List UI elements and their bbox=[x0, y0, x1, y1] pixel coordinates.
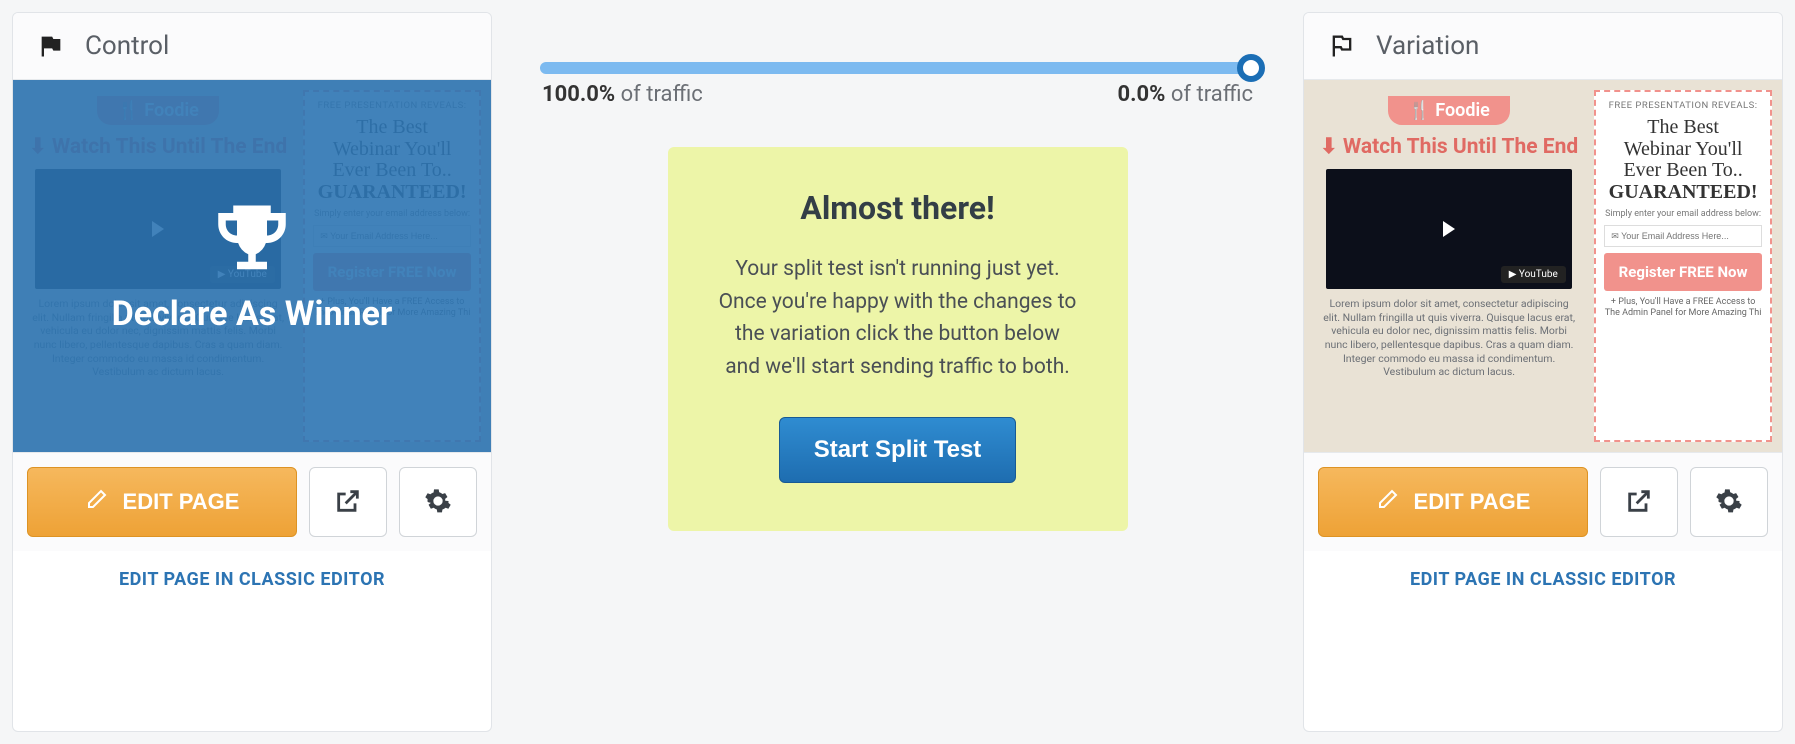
lp-video: ▶ YouTube bbox=[1326, 169, 1571, 289]
control-title: Control bbox=[85, 31, 169, 61]
variation-preview-content: 🍴 Foodie ⬇ Watch This Until The End ▶ Yo… bbox=[1304, 80, 1782, 452]
control-header: Control bbox=[13, 13, 491, 80]
lp-watch: ⬇ Watch This Until The End bbox=[1320, 135, 1578, 159]
almost-title: Almost there! bbox=[716, 189, 1080, 227]
open-external-button[interactable] bbox=[309, 467, 387, 537]
lp-register: Register FREE Now bbox=[1604, 253, 1762, 291]
slider-handle[interactable] bbox=[1237, 54, 1265, 82]
flag-outline-icon bbox=[1328, 32, 1356, 60]
edit-page-label: EDIT PAGE bbox=[123, 489, 240, 515]
open-external-button[interactable] bbox=[1600, 467, 1678, 537]
control-classic-row: EDIT PAGE IN CLASSIC EDITOR bbox=[13, 551, 491, 618]
almost-body: Your split test isn't running just yet. … bbox=[716, 253, 1080, 383]
external-link-icon bbox=[1625, 487, 1653, 518]
flag-icon bbox=[37, 32, 65, 60]
trophy-icon bbox=[202, 198, 302, 288]
external-link-icon bbox=[334, 487, 362, 518]
variation-title: Variation bbox=[1376, 31, 1479, 61]
traffic-left: 100.0% of traffic bbox=[542, 82, 703, 107]
variation-classic-row: EDIT PAGE IN CLASSIC EDITOR bbox=[1304, 551, 1782, 618]
almost-there-card: Almost there! Your split test isn't runn… bbox=[668, 147, 1128, 531]
variation-panel: Variation 🍴 Foodie ⬇ Watch This Until Th… bbox=[1303, 12, 1783, 732]
lp-simply: Simply enter your email address below: bbox=[1604, 209, 1762, 219]
center-column: 100.0% of traffic 0.0% of traffic Almost… bbox=[540, 12, 1255, 732]
variation-preview: 🍴 Foodie ⬇ Watch This Until The End ▶ Yo… bbox=[1304, 80, 1782, 452]
variation-header: Variation bbox=[1304, 13, 1782, 80]
lp-webinar: The Best Webinar You'll Ever Been To.. G… bbox=[1604, 117, 1762, 203]
control-panel: Control 🍴 Foodie ⬇ Watch This Until The … bbox=[12, 12, 492, 732]
settings-button[interactable] bbox=[1690, 467, 1768, 537]
declare-winner-overlay[interactable]: Declare As Winner bbox=[13, 80, 491, 452]
classic-editor-link[interactable]: EDIT PAGE IN CLASSIC EDITOR bbox=[1410, 569, 1676, 590]
lp-free: FREE PRESENTATION REVEALS: bbox=[1604, 100, 1762, 111]
traffic-labels: 100.0% of traffic 0.0% of traffic bbox=[540, 82, 1255, 107]
settings-button[interactable] bbox=[399, 467, 477, 537]
gear-icon bbox=[1715, 487, 1743, 518]
control-actions: EDIT PAGE bbox=[13, 452, 491, 551]
lp-plus: + Plus, You'll Have a FREE Access to The… bbox=[1604, 297, 1762, 319]
declare-winner-text: Declare As Winner bbox=[112, 294, 393, 334]
lp-email bbox=[1604, 225, 1762, 247]
edit-page-button[interactable]: EDIT PAGE bbox=[27, 467, 297, 537]
edit-icon bbox=[85, 487, 109, 517]
start-split-test-button[interactable]: Start Split Test bbox=[779, 417, 1017, 483]
youtube-badge: ▶ YouTube bbox=[1501, 266, 1566, 283]
slider-track bbox=[540, 62, 1255, 74]
edit-page-label: EDIT PAGE bbox=[1414, 489, 1531, 515]
variation-actions: EDIT PAGE bbox=[1304, 452, 1782, 551]
traffic-slider[interactable] bbox=[540, 62, 1255, 74]
edit-icon bbox=[1376, 487, 1400, 517]
classic-editor-link[interactable]: EDIT PAGE IN CLASSIC EDITOR bbox=[119, 569, 385, 590]
lp-badge: 🍴 Foodie bbox=[1388, 96, 1509, 125]
traffic-right: 0.0% of traffic bbox=[1118, 82, 1253, 107]
lp-lorem: Lorem ipsum dolor sit amet, consectetur … bbox=[1320, 297, 1578, 379]
edit-page-button[interactable]: EDIT PAGE bbox=[1318, 467, 1588, 537]
gear-icon bbox=[424, 487, 452, 518]
control-preview: 🍴 Foodie ⬇ Watch This Until The End ▶ Yo… bbox=[13, 80, 491, 452]
